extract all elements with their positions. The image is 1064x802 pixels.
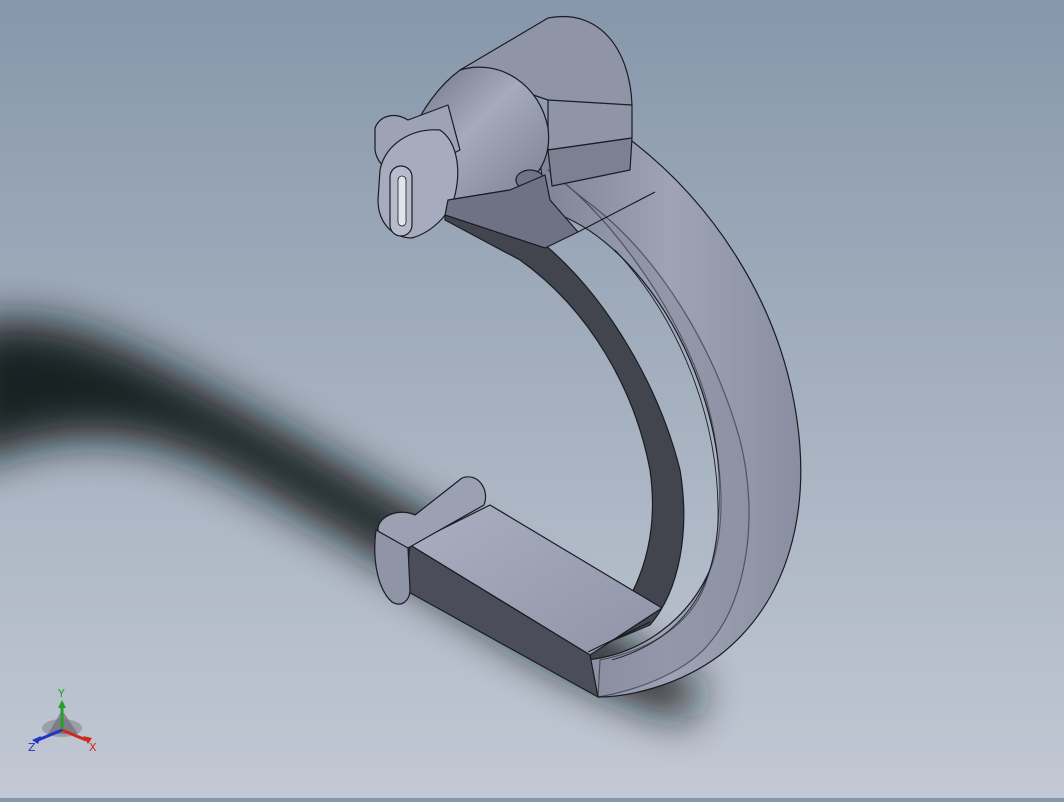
triad-graphic: Y X Z [28, 687, 97, 754]
x-axis-label: X [89, 741, 97, 754]
y-axis-label: Y [57, 687, 65, 700]
z-axis-label: Z [28, 741, 36, 754]
y-axis-head [58, 700, 66, 708]
model-view[interactable] [0, 0, 1064, 798]
c-clip-part[interactable] [374, 15, 802, 698]
orientation-triad[interactable]: Y X Z [26, 684, 106, 754]
graphics-viewport[interactable]: Y X Z [0, 0, 1064, 798]
